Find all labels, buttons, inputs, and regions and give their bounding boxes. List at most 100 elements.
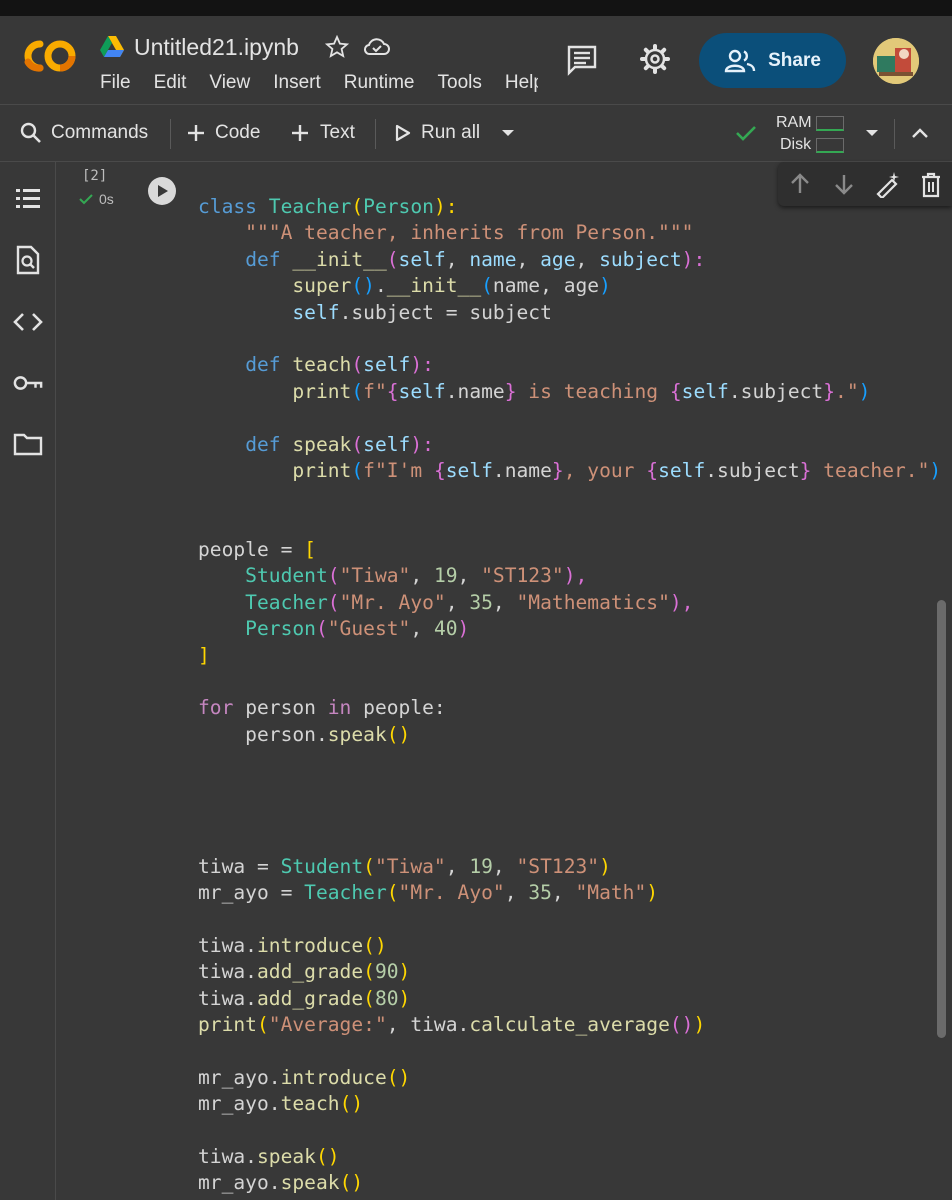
toolbar-divider <box>375 119 376 149</box>
code-line: people = [ <box>198 538 316 562</box>
table-of-contents-icon[interactable] <box>13 184 43 214</box>
code-line: print("Average:", tiwa.calculate_average… <box>198 1013 706 1037</box>
menu-edit[interactable]: Edit <box>154 72 187 98</box>
share-button[interactable]: Share <box>699 33 846 88</box>
play-icon <box>395 124 411 142</box>
add-code-button[interactable]: Code <box>186 105 260 161</box>
check-icon <box>79 194 93 205</box>
colab-logo[interactable] <box>20 36 80 76</box>
resources-dropdown[interactable] <box>864 105 880 161</box>
code-line: Teacher("Mr. Ayo", 35, "Mathematics"), <box>198 590 694 614</box>
code-editor[interactable]: class Teacher(Person): """A teacher, inh… <box>198 194 941 1197</box>
code-line: tiwa.add_grade(80) <box>198 986 411 1010</box>
ram-meter <box>816 116 844 131</box>
cell-gutter <box>56 162 132 1200</box>
code-line: for person in people: <box>198 696 446 720</box>
add-text-button[interactable]: Text <box>290 105 355 161</box>
menu-insert[interactable]: Insert <box>273 72 321 98</box>
code-line: def speak(self): <box>245 432 434 456</box>
play-icon <box>158 185 168 197</box>
search-icon <box>20 122 41 143</box>
magic-wand-icon[interactable] <box>874 170 902 203</box>
delete-icon[interactable] <box>920 172 942 203</box>
code-line: print(f"{self.name} is teaching {self.su… <box>198 379 871 403</box>
code-snippets-icon[interactable] <box>13 307 43 337</box>
run-all-button[interactable]: Run all <box>395 105 480 161</box>
code-line: mr_ayo.speak() <box>198 1171 364 1195</box>
code-line: def __init__(self, name, age, subject): <box>245 247 706 271</box>
menu-file[interactable]: File <box>100 72 131 98</box>
code-line: """A teacher, inherits from Person.""" <box>198 221 694 245</box>
left-sidebar <box>0 162 56 1200</box>
plus-icon <box>292 125 308 141</box>
code-line: mr_ayo.teach() <box>198 1092 364 1116</box>
menu-runtime[interactable]: Runtime <box>344 72 415 98</box>
caret-down-icon <box>502 130 514 136</box>
find-replace-icon[interactable] <box>13 245 43 275</box>
code-line: super().__init__(name, age) <box>198 274 611 298</box>
move-up-icon[interactable] <box>788 172 812 201</box>
code-line: tiwa.speak() <box>198 1145 340 1169</box>
run-cell-button[interactable] <box>148 177 176 205</box>
vertical-scrollbar[interactable] <box>937 600 946 1038</box>
code-line: tiwa.introduce() <box>198 933 387 957</box>
code-line: tiwa.add_grade(90) <box>198 960 411 984</box>
title-row: Untitled21.ipynb <box>100 32 391 62</box>
menu-bar: File Edit View Insert Runtime Tools Help <box>100 72 538 98</box>
notebook-toolbar: Commands Code Text Run all RAM Disk <box>0 104 952 162</box>
menu-tools[interactable]: Tools <box>438 72 482 98</box>
cell-toolbar <box>778 162 952 206</box>
code-line: def teach(self): <box>245 353 434 377</box>
code-label: Code <box>215 122 261 143</box>
menu-help[interactable]: Help <box>505 72 538 98</box>
code-line: mr_ayo.introduce() <box>198 1065 411 1089</box>
notebook-title[interactable]: Untitled21.ipynb <box>134 34 299 61</box>
collapse-header-button[interactable] <box>910 105 930 161</box>
code-line: Student("Tiwa", 19, "ST123"), <box>198 564 588 588</box>
code-line: mr_ayo = Teacher("Mr. Ayo", 35, "Math") <box>198 881 659 905</box>
code-line: person.speak() <box>198 722 411 746</box>
system-top-bar <box>0 0 952 16</box>
star-icon[interactable] <box>324 35 349 59</box>
run-all-dropdown[interactable] <box>500 105 516 161</box>
plus-icon <box>188 125 204 141</box>
resource-monitor[interactable]: RAM Disk <box>776 113 852 157</box>
chevron-up-icon <box>912 128 928 138</box>
menu-view[interactable]: View <box>209 72 250 98</box>
user-avatar[interactable] <box>873 38 919 84</box>
code-line: tiwa = Student("Tiwa", 19, "ST123") <box>198 854 611 878</box>
move-down-icon[interactable] <box>832 172 856 201</box>
code-line: Person("Guest", 40) <box>198 617 470 641</box>
files-folder-icon[interactable] <box>13 429 43 459</box>
commands-button[interactable]: Commands <box>20 105 148 161</box>
people-icon <box>724 49 756 72</box>
secrets-key-icon[interactable] <box>13 368 43 398</box>
google-drive-icon <box>100 36 124 58</box>
caret-down-icon <box>866 130 878 136</box>
ram-label: RAM <box>776 114 812 131</box>
toolbar-divider <box>170 119 171 149</box>
cloud-saved-icon[interactable] <box>363 35 391 59</box>
code-line: self.subject = subject <box>292 300 552 324</box>
execution-status: 0s <box>78 191 114 207</box>
commands-label: Commands <box>51 122 149 143</box>
run-all-label: Run all <box>421 122 481 143</box>
comments-icon[interactable] <box>566 44 598 76</box>
execution-time: 0s <box>99 191 114 207</box>
toolbar-divider <box>894 119 895 149</box>
code-line: print(f"I'm {self.name}, your {self.subj… <box>198 458 942 482</box>
disk-meter <box>816 138 844 153</box>
settings-gear-icon[interactable] <box>639 43 671 75</box>
share-label: Share <box>768 49 821 71</box>
runtime-connected-icon <box>734 105 758 161</box>
